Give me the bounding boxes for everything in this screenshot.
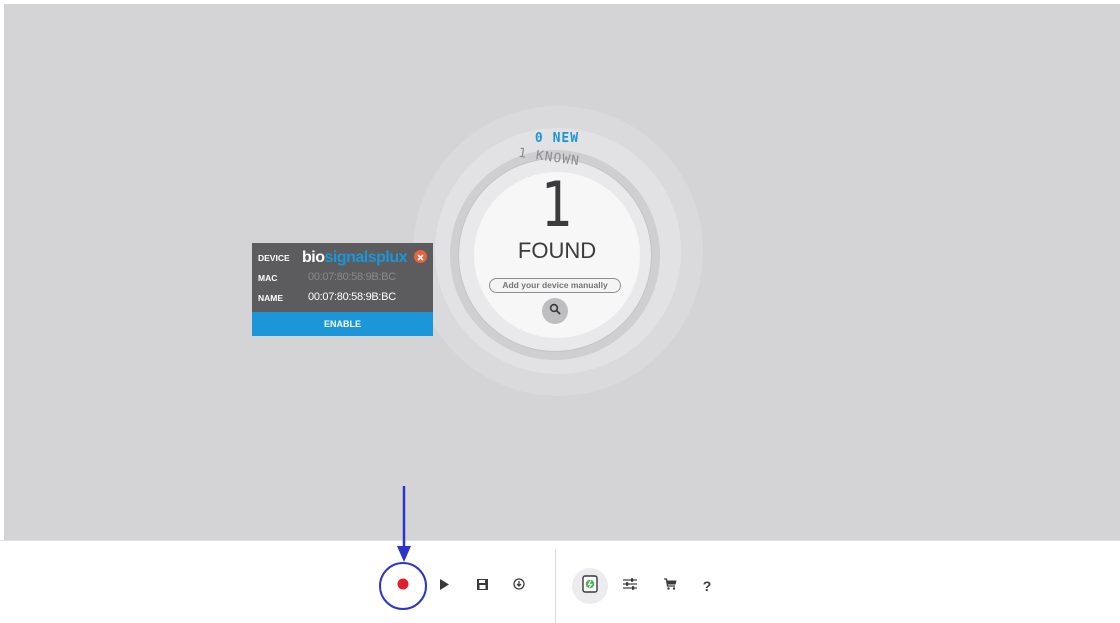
mac-key-label: MAC bbox=[258, 273, 278, 283]
cart-icon bbox=[663, 577, 677, 595]
name-row: NAME 00:07:80:58:9B:BC bbox=[252, 289, 433, 309]
brand-logo-part-signalsplux: signalsplux bbox=[324, 249, 408, 266]
brand-logo-part-bio: bio bbox=[302, 249, 325, 266]
manual-device-input[interactable] bbox=[489, 278, 621, 293]
download-icon bbox=[513, 577, 525, 595]
device-key-label: DEVICE bbox=[258, 253, 290, 263]
annotation-highlight-circle bbox=[379, 562, 427, 610]
save-icon bbox=[476, 577, 488, 595]
search-icon bbox=[549, 302, 561, 320]
play-button[interactable] bbox=[436, 578, 452, 594]
device-row: DEVICE biosignalsplux bbox=[252, 249, 433, 269]
device-card: DEVICE biosignalsplux MAC 00:07:80:58:9B… bbox=[252, 243, 433, 336]
search-button[interactable] bbox=[542, 298, 568, 324]
device-manager-button[interactable] bbox=[572, 568, 608, 604]
play-icon bbox=[439, 577, 449, 595]
name-key-label: NAME bbox=[258, 293, 284, 303]
name-value[interactable]: 00:07:80:58:9B:BC bbox=[308, 291, 396, 303]
store-button[interactable] bbox=[662, 578, 678, 594]
found-label: FOUND bbox=[517, 238, 597, 263]
mac-row: MAC 00:07:80:58:9B:BC bbox=[252, 269, 433, 289]
bottom-toolbar bbox=[0, 540, 1120, 623]
close-card-button[interactable] bbox=[414, 250, 427, 263]
settings-sliders-icon bbox=[623, 577, 637, 595]
found-count: 1 bbox=[541, 168, 573, 241]
mac-value: 00:07:80:58:9B:BC bbox=[308, 271, 396, 283]
save-button[interactable] bbox=[474, 578, 490, 594]
device-manager-icon bbox=[582, 574, 598, 598]
download-button[interactable] bbox=[511, 578, 527, 594]
toolbar-divider bbox=[555, 549, 556, 623]
close-icon bbox=[417, 248, 424, 266]
new-devices-count: 0 NEW bbox=[534, 131, 580, 146]
settings-button[interactable] bbox=[622, 578, 638, 594]
help-button[interactable]: ? bbox=[699, 577, 715, 595]
annotation-arrow-icon bbox=[397, 486, 411, 562]
device-brand-logo: biosignalsplux bbox=[302, 249, 408, 267]
enable-button[interactable]: ENABLE bbox=[252, 312, 433, 336]
